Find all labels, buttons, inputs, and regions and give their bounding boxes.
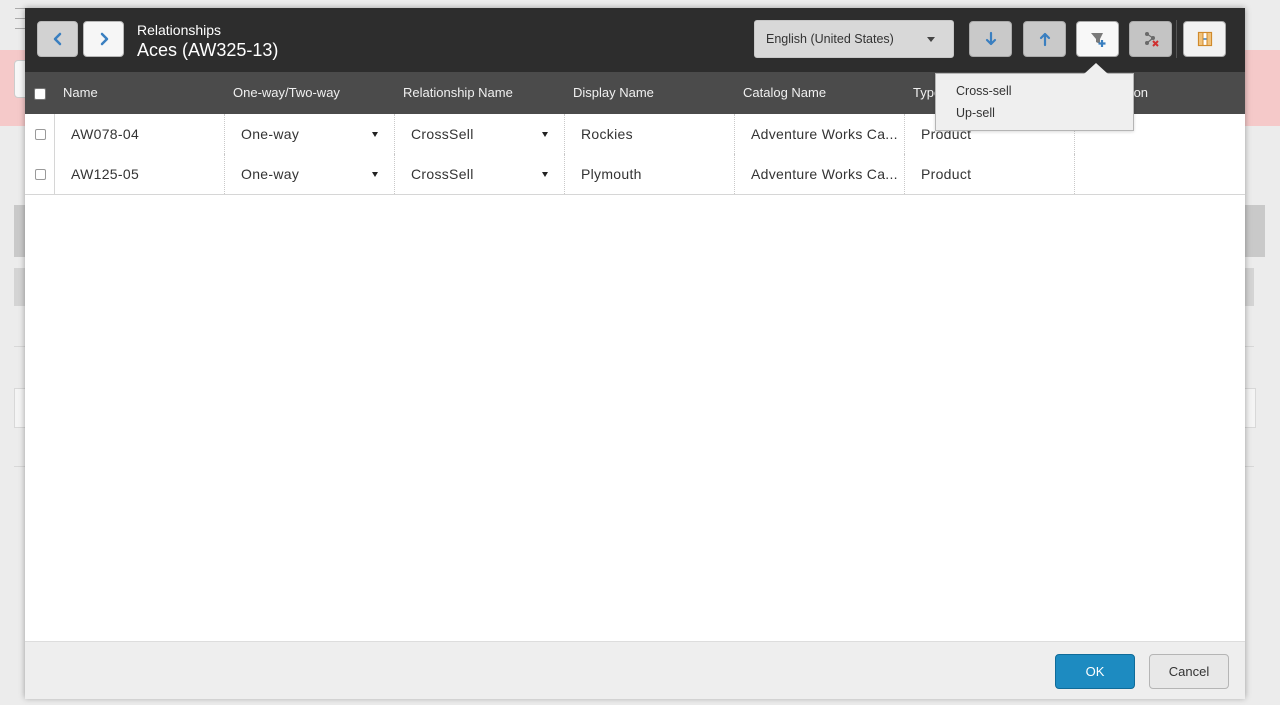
cancel-button[interactable]: Cancel (1149, 654, 1229, 689)
arrow-up-icon (1039, 32, 1050, 47)
row-select-cell (25, 154, 55, 194)
select-all-checkbox[interactable] (34, 88, 46, 100)
dialog-title-block: Relationships Aces (AW325-13) (137, 22, 278, 61)
cell-type: Product (905, 154, 1075, 194)
menu-item-up-sell[interactable]: Up-sell (956, 106, 995, 120)
popover-arrow (1084, 63, 1108, 74)
chevron-left-icon (53, 32, 61, 46)
cell-display-name[interactable]: Plymouth (565, 154, 735, 194)
move-down-button[interactable] (969, 21, 1012, 57)
row-checkbox[interactable] (35, 129, 46, 140)
column-header-relationship-name[interactable]: Relationship Name (403, 72, 513, 114)
cell-catalog-name: Adventure Works Ca... (735, 114, 905, 154)
language-select[interactable]: English (United States) (754, 20, 954, 58)
previous-button[interactable] (37, 21, 78, 57)
relationship-name-dropdown[interactable]: CrossSell (395, 114, 565, 154)
remove-relationship-button[interactable] (1129, 21, 1172, 57)
cell-description[interactable] (1075, 154, 1245, 194)
relationship-name-value: CrossSell (411, 126, 474, 142)
direction-value: One-way (241, 126, 300, 142)
cell-name: AW125-05 (55, 154, 225, 194)
chevron-right-icon (100, 32, 108, 46)
background-menu-lines (15, 8, 25, 40)
arrow-down-icon (985, 31, 996, 46)
column-header-display-name[interactable]: Display Name (573, 72, 654, 114)
column-header-direction[interactable]: One-way/Two-way (233, 72, 340, 114)
language-select-value: English (United States) (766, 32, 894, 46)
cell-catalog-name: Adventure Works Ca... (735, 154, 905, 194)
direction-value: One-way (241, 166, 300, 182)
relationship-name-dropdown[interactable]: CrossSell (395, 154, 565, 194)
add-relationship-menu: Cross-sell Up-sell (935, 63, 1134, 131)
direction-dropdown[interactable]: One-way (225, 154, 395, 194)
column-header-catalog-name[interactable]: Catalog Name (743, 72, 826, 114)
dropdown-arrow-icon (542, 132, 548, 137)
dialog-title: Aces (AW325-13) (137, 40, 279, 60)
add-relationship-button[interactable] (1076, 21, 1119, 57)
dialog-header: Relationships Aces (AW325-13) English (U… (25, 8, 1245, 72)
move-up-button[interactable] (1023, 21, 1066, 57)
cell-display-name[interactable]: Rockies (565, 114, 735, 154)
cell-name: AW078-04 (55, 114, 225, 154)
row-select-cell (25, 114, 55, 154)
remove-relationship-icon (1144, 32, 1159, 47)
direction-dropdown[interactable]: One-way (225, 114, 395, 154)
toolbar-separator (1176, 20, 1177, 58)
next-button[interactable] (83, 21, 124, 57)
dialog-footer: OK Cancel (25, 641, 1245, 699)
dropdown-arrow-icon (372, 172, 378, 177)
relationship-name-value: CrossSell (411, 166, 474, 182)
menu-item-cross-sell[interactable]: Cross-sell (956, 84, 1012, 98)
column-chooser-button[interactable] (1183, 21, 1226, 57)
column-chooser-icon (1197, 31, 1212, 47)
dropdown-arrow-icon (542, 172, 548, 177)
add-relationship-icon (1090, 33, 1105, 47)
dropdown-arrow-icon (372, 132, 378, 137)
table-row[interactable]: AW125-05 One-way CrossSell Plymouth Adve… (25, 154, 1245, 195)
chevron-down-icon (927, 37, 935, 42)
column-header-name[interactable]: Name (63, 72, 98, 114)
ok-button[interactable]: OK (1055, 654, 1135, 689)
row-checkbox[interactable] (35, 169, 46, 180)
dialog-subtitle: Relationships (137, 22, 222, 38)
